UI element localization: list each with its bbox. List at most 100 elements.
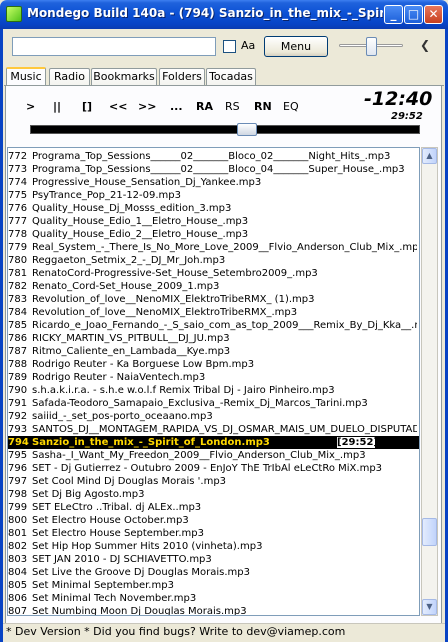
playlist-row[interactable]: 783 Revolution_of_love__NenoMIX_ElektroTr… [8, 293, 419, 306]
playlist-row[interactable]: 777 Quality_House_Edio_1__Eletro_House_.m… [8, 215, 419, 228]
track-number: 793 [8, 424, 28, 435]
tab-folders[interactable]: Folders [159, 68, 205, 86]
match-case-label: Aa [241, 39, 256, 52]
tab-tocadas[interactable]: Tocadas [206, 68, 256, 86]
playlist-row[interactable]: 782 Renato_Cord-Set_House_2009_1.mp3 [8, 280, 419, 293]
stop-button[interactable]: [] [82, 100, 92, 113]
playlist-row[interactable]: 780 Reggaeton_Setmix_2_-_DJ_Mr_Joh.mp3 [8, 254, 419, 267]
playlist-row[interactable]: 807 Set Numbing Moon Dj Douglas Morais.mp… [8, 605, 419, 616]
track-name: SET ELeCtro ..Tribal. dj ALEx..mp3 [32, 502, 202, 513]
playlist-row[interactable]: 806 Set Minimal Tech November.mp3 [8, 592, 419, 605]
playlist-row[interactable]: 776 Quality_House_Dj_Mosss_edition_3.mp3 [8, 202, 419, 215]
playlist-row[interactable]: 785 Ricardo_e_Joao_Fernando_-_S_saio_com_… [8, 319, 419, 332]
playlist-row[interactable]: 791 Safada-Teodoro_Samapaio_Exclusiva_-Re… [8, 397, 419, 410]
scroll-down-icon[interactable]: ▼ [422, 599, 437, 615]
track-number: 779 [8, 242, 28, 253]
playlist-row[interactable]: 784 Revolution_of_love__NenoMIX_ElektroTr… [8, 306, 419, 319]
track-number: 798 [8, 489, 28, 500]
playlist-row[interactable]: 793 SANTOS_DJ__MONTAGEM_RAPIDA_VS_DJ_OSMA… [8, 423, 419, 436]
playlist-row[interactable]: 772 Programa_Top_Sessions______02_______B… [8, 150, 419, 163]
tab-music[interactable]: Music [6, 67, 46, 87]
track-name: Ritmo_Caliente_en_Lambada__Kye.mp3 [32, 346, 231, 357]
track-name: Sasha-_I_Want_My_Freedon_2009__Flvio_And… [32, 450, 366, 461]
track-name: Ricardo_e_Joao_Fernando_-_S_saio_com_as_… [32, 320, 417, 331]
track-number: 799 [8, 502, 28, 513]
track-name: RICKY_MARTIN_VS_PITBULL__DJ_JU.mp3 [32, 333, 230, 344]
more-button[interactable]: ... [170, 100, 183, 113]
playlist-row[interactable]: 795 Sasha-_I_Want_My_Freedon_2009__Flvio_… [8, 449, 419, 462]
playlist-row[interactable]: 775 PsyTrance_Pop_21-12-09.mp3 [8, 189, 419, 202]
title-bar[interactable]: Mondego Build 140a - (794) Sanzio_in_the… [0, 0, 448, 29]
playlist-row[interactable]: 801 Set Electro House September.mp3 [8, 527, 419, 540]
match-case-checkbox[interactable] [223, 40, 236, 53]
ra-toggle[interactable]: RA [196, 100, 213, 113]
playlist-row[interactable]: 799 SET ELeCtro ..Tribal. dj ALEx..mp3 [8, 501, 419, 514]
pause-button[interactable]: || [53, 100, 61, 113]
playlist-row[interactable]: 803 SET JAN 2010 - DJ SCHIAVETTO.mp3 [8, 553, 419, 566]
playlist-row[interactable]: 804 Set Live the Groove Dj Douglas Morais… [8, 566, 419, 579]
play-button[interactable]: > [26, 100, 35, 113]
rs-toggle[interactable]: RS [225, 100, 240, 113]
track-number: 803 [8, 554, 28, 565]
playlist-row[interactable]: 790 s.h.a.k.i.r.a. - s.h.e w.o.l.f Remix … [8, 384, 419, 397]
playlist-row[interactable]: 788 Rodrigo Reuter - Ka Borguese Low Bpm.… [8, 358, 419, 371]
close-button[interactable]: ✕ [424, 5, 443, 24]
track-number: 783 [8, 294, 28, 305]
playlist-row[interactable]: 805 Set Minimal September.mp3 [8, 579, 419, 592]
seek-bar[interactable] [30, 125, 420, 134]
tab-radio[interactable]: Radio [49, 68, 90, 86]
menu-button[interactable]: Menu [264, 36, 328, 57]
eq-button[interactable]: EQ [283, 100, 299, 113]
maximize-button[interactable]: □ [404, 5, 423, 24]
playlist-row[interactable]: 779 Real_System_-_There_Is_No_More_Love_2… [8, 241, 419, 254]
track-number: 807 [8, 606, 28, 616]
scroll-up-icon[interactable]: ▲ [422, 148, 437, 164]
previous-button[interactable]: << [109, 100, 127, 113]
minimize-button[interactable]: _ [384, 5, 403, 24]
playlist-row[interactable]: 774 Progressive_House_Sensation_Dj_Yankee… [8, 176, 419, 189]
track-name: PsyTrance_Pop_21-12-09.mp3 [32, 190, 182, 201]
playlist-row[interactable]: 796 SET - Dj Gutierrez - Outubro 2009 - E… [8, 462, 419, 475]
track-duration: [29:52] [336, 436, 378, 449]
playlist-row[interactable]: 778 Quality_House_Edio_2__Eletro_House_.m… [8, 228, 419, 241]
chevron-left-icon[interactable]: ❮ [420, 38, 430, 52]
track-name: Sanzio_in_the_mix_-_Spirit_of_London.mp3 [32, 437, 270, 448]
playlist-row[interactable]: 773 Programa_Top_Sessions______02_______B… [8, 163, 419, 176]
track-name: Safada-Teodoro_Samapaio_Exclusiva_-Remix… [32, 398, 368, 409]
playlist-row[interactable]: 797 Set Cool Mind Dj Douglas Morais '.mp3 [8, 475, 419, 488]
track-name: Quality_House_Edio_2__Eletro_House_.mp3 [32, 229, 249, 240]
track-number: 782 [8, 281, 28, 292]
track-number: 795 [8, 450, 28, 461]
playlist-row[interactable]: 787 Ritmo_Caliente_en_Lambada__Kye.mp3 [8, 345, 419, 358]
playlist-row[interactable]: 802 Set Hip Hop Summer Hits 2010 (vinheta… [8, 540, 419, 553]
rn-toggle[interactable]: RN [254, 100, 272, 113]
next-button[interactable]: >> [138, 100, 156, 113]
playlist-row[interactable]: 786 RICKY_MARTIN_VS_PITBULL__DJ_JU.mp3 [8, 332, 419, 345]
playlist-row[interactable]: 792 saiiid_-_set_pos-porto_oceaano.mp3 [8, 410, 419, 423]
track-number: 804 [8, 567, 28, 578]
track-name: Quality_House_Dj_Mosss_edition_3.mp3 [32, 203, 232, 214]
track-name: SANTOS_DJ__MONTAGEM_RAPIDA_VS_DJ_OSMAR_M… [32, 424, 417, 435]
playlist-row-current[interactable]: 794 Sanzio_in_the_mix_-_Spirit_of_London.… [8, 436, 419, 449]
status-bar: * Dev Version * Did you find bugs? Write… [3, 623, 445, 639]
search-input[interactable] [12, 37, 216, 56]
playlist-row[interactable]: 800 Set Electro House October.mp3 [8, 514, 419, 527]
playlist-scrollbar[interactable]: ▲ ▼ [421, 147, 438, 616]
seek-thumb[interactable] [237, 123, 258, 136]
track-name: RenatoCord-Progressive-Set_House_Setembr… [32, 268, 318, 279]
track-number: 806 [8, 593, 28, 604]
track-name: Set Dj Big Agosto.mp3 [32, 489, 145, 500]
playlist[interactable]: 772 Programa_Top_Sessions______02_______B… [7, 147, 420, 616]
track-number: 778 [8, 229, 28, 240]
window-title: Mondego Build 140a - (794) Sanzio_in_the… [27, 6, 383, 20]
track-number: 774 [8, 177, 28, 188]
scroll-thumb[interactable] [422, 518, 437, 547]
tab-bookmarks[interactable]: Bookmarks [91, 68, 157, 86]
playlist-row[interactable]: 781 RenatoCord-Progressive-Set_House_Sete… [8, 267, 419, 280]
volume-slider-thumb[interactable] [365, 37, 377, 56]
playlist-row[interactable]: 789 Rodrigo Reuter - NaiaVentech.mp3 [8, 371, 419, 384]
window-frame-left [0, 29, 3, 642]
track-number: 794 [8, 437, 29, 448]
track-number: 796 [8, 463, 28, 474]
playlist-row[interactable]: 798 Set Dj Big Agosto.mp3 [8, 488, 419, 501]
